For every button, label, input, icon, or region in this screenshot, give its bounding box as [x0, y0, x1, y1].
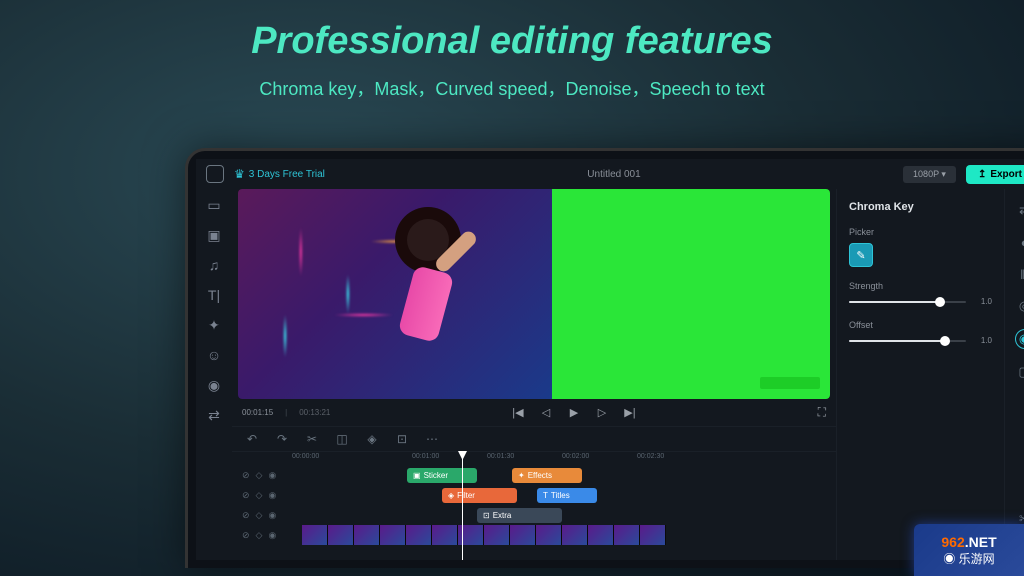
preview-left [238, 189, 552, 399]
panel-title: Chroma Key [849, 201, 992, 213]
clip-sticker[interactable]: ▣ Sticker [407, 468, 477, 483]
play-icon[interactable]: ▶ [567, 406, 581, 420]
clip-extra[interactable]: ⊡ Extra [477, 508, 562, 523]
top-bar: ♛ 3 Days Free Trial Untitled 001 1080P ▾… [196, 159, 1024, 189]
eye-icon[interactable]: ◉ [268, 510, 276, 521]
video-clip-thumbnails[interactable] [302, 525, 666, 545]
trial-badge[interactable]: ♛ 3 Days Free Trial [234, 167, 325, 181]
track-row[interactable]: ⊘ ◇ ◉ ◈ Filter T Titles [232, 485, 836, 505]
ruler-tick: 00:02:30 [637, 453, 664, 460]
timeline-tracks: ⊘ ◇ ◉ ▣ Sticker ✦ Effects ⊘ ◇ ◉ ◈ Filter T T… [232, 465, 836, 560]
chroma-icon[interactable]: ◉ [1015, 329, 1024, 349]
offset-label: Offset [849, 320, 992, 330]
clip-filter[interactable]: ◈ Filter [442, 488, 517, 503]
sticker-icon[interactable]: ☺ [206, 347, 222, 363]
strength-slider[interactable]: 1.0 [849, 297, 992, 306]
volume-icon[interactable]: ǁǀ [1016, 265, 1024, 283]
prev-frame-icon[interactable]: ◁ [539, 406, 553, 420]
timeline-ruler[interactable]: 00:00:00 00:01:00 00:01:30 00:02:00 00:0… [232, 451, 836, 465]
audio-icon[interactable]: ♫ [206, 257, 222, 273]
timeline-playhead[interactable] [462, 452, 463, 560]
offset-slider[interactable]: 1.0 [849, 336, 992, 345]
resolution-dropdown[interactable]: 1080P ▾ [903, 166, 956, 183]
redo-icon[interactable]: ↷ [274, 431, 290, 447]
track-row[interactable]: ⊘ ◇ ◉ ▣ Sticker ✦ Effects [232, 465, 836, 485]
picker-label: Picker [849, 227, 992, 237]
trial-text: 3 Days Free Trial [249, 169, 325, 180]
ruler-tick: 00:00:00 [292, 453, 319, 460]
export-label: Export [990, 169, 1022, 180]
text-icon[interactable]: T| [206, 287, 222, 303]
tool-c-icon[interactable]: ⊡ [394, 431, 410, 447]
mute-icon[interactable]: ◇ [256, 470, 263, 481]
mute-icon[interactable]: ◇ [256, 490, 263, 501]
left-sidebar: ▭ ▣ ♫ T| ✦ ☺ ◉ ⇄ [196, 189, 232, 560]
track-row-video[interactable]: ⊘ ◇ ◉ [232, 525, 836, 545]
center-column: 00:01:15 | 00:13:21 |◀ ◁ ▶ ▷ ▶| ⛶ ↶ ↷ ✂ … [232, 189, 836, 560]
track-row[interactable]: ⊘ ◇ ◉ ⊡ Extra [232, 505, 836, 525]
export-button[interactable]: ↥ Export [966, 165, 1024, 184]
color-picker-button[interactable]: ✎ [849, 243, 873, 267]
effects-icon[interactable]: ✦ [206, 317, 222, 333]
mute-icon[interactable]: ◇ [256, 510, 263, 521]
swap-icon[interactable]: ⇄ [206, 407, 222, 423]
next-frame-icon[interactable]: ▷ [595, 406, 609, 420]
crop-icon[interactable]: ▢ [1016, 363, 1024, 381]
ruler-tick: 00:02:00 [562, 453, 589, 460]
lock-icon[interactable]: ⊘ [242, 470, 250, 481]
skip-end-icon[interactable]: ▶| [623, 406, 637, 420]
properties-panel: Chroma Key Picker ✎ Strength 1.0 Offset … [836, 189, 1004, 560]
time-total: 00:13:21 [299, 408, 330, 417]
split-icon[interactable]: ✂ [304, 431, 320, 447]
clip-effects[interactable]: ✦ Effects [512, 468, 582, 483]
offset-value: 1.0 [974, 336, 992, 345]
strength-value: 1.0 [974, 297, 992, 306]
home-icon[interactable] [206, 165, 224, 183]
tool-b-icon[interactable]: ◈ [364, 431, 380, 447]
upload-icon: ↥ [978, 169, 986, 180]
media-icon[interactable]: ▭ [206, 197, 222, 213]
hero-subtitle: Chroma key，Mask，Curved speed，Denoise，Spe… [0, 75, 1024, 101]
crown-icon: ♛ [234, 167, 245, 181]
app-screen: ♛ 3 Days Free Trial Untitled 001 1080P ▾… [196, 159, 1024, 560]
play-bar: 00:01:15 | 00:13:21 |◀ ◁ ▶ ▷ ▶| ⛶ [232, 399, 836, 426]
watermark [760, 377, 820, 389]
mute-icon[interactable]: ◇ [256, 530, 263, 541]
timeline-toolbar: ↶ ↷ ✂ ◫ ◈ ⊡ ⋯ [232, 426, 836, 451]
time-current: 00:01:15 [242, 408, 273, 417]
adjust-icon[interactable]: ⇄ [1016, 201, 1024, 219]
site-badge[interactable]: 962.NET ◉ 乐游网 [914, 524, 1024, 576]
lock-icon[interactable]: ⊘ [242, 530, 250, 541]
eye-icon[interactable]: ◉ [268, 470, 276, 481]
clip-titles[interactable]: T Titles [537, 488, 597, 503]
fullscreen-icon[interactable]: ⛶ [818, 405, 826, 420]
eye-icon[interactable]: ◉ [268, 490, 276, 501]
record-icon[interactable]: ◉ [206, 377, 222, 393]
mask-icon[interactable]: ◎ [1016, 297, 1024, 315]
undo-icon[interactable]: ↶ [244, 431, 260, 447]
skip-start-icon[interactable]: |◀ [511, 406, 525, 420]
project-title[interactable]: Untitled 001 [335, 169, 893, 180]
lock-icon[interactable]: ⊘ [242, 490, 250, 501]
preview-greenscreen [552, 189, 830, 399]
device-frame: ♛ 3 Days Free Trial Untitled 001 1080P ▾… [185, 148, 1024, 568]
strength-label: Strength [849, 281, 992, 291]
hero-title: Professional editing features [0, 20, 1024, 63]
right-sidebar: ⇄ ◐ ǁǀ ◎ ◉ ▢ ✂ ⧉ [1004, 189, 1024, 560]
preview-subject [379, 214, 473, 382]
speed-icon[interactable]: ◐ [1016, 233, 1024, 251]
eye-icon[interactable]: ◉ [268, 530, 276, 541]
more-icon[interactable]: ⋯ [424, 431, 440, 447]
video-preview[interactable] [238, 189, 830, 399]
ruler-tick: 00:01:30 [487, 453, 514, 460]
ruler-tick: 00:01:00 [412, 453, 439, 460]
tool-a-icon[interactable]: ◫ [334, 431, 350, 447]
layers-icon[interactable]: ▣ [206, 227, 222, 243]
lock-icon[interactable]: ⊘ [242, 510, 250, 521]
